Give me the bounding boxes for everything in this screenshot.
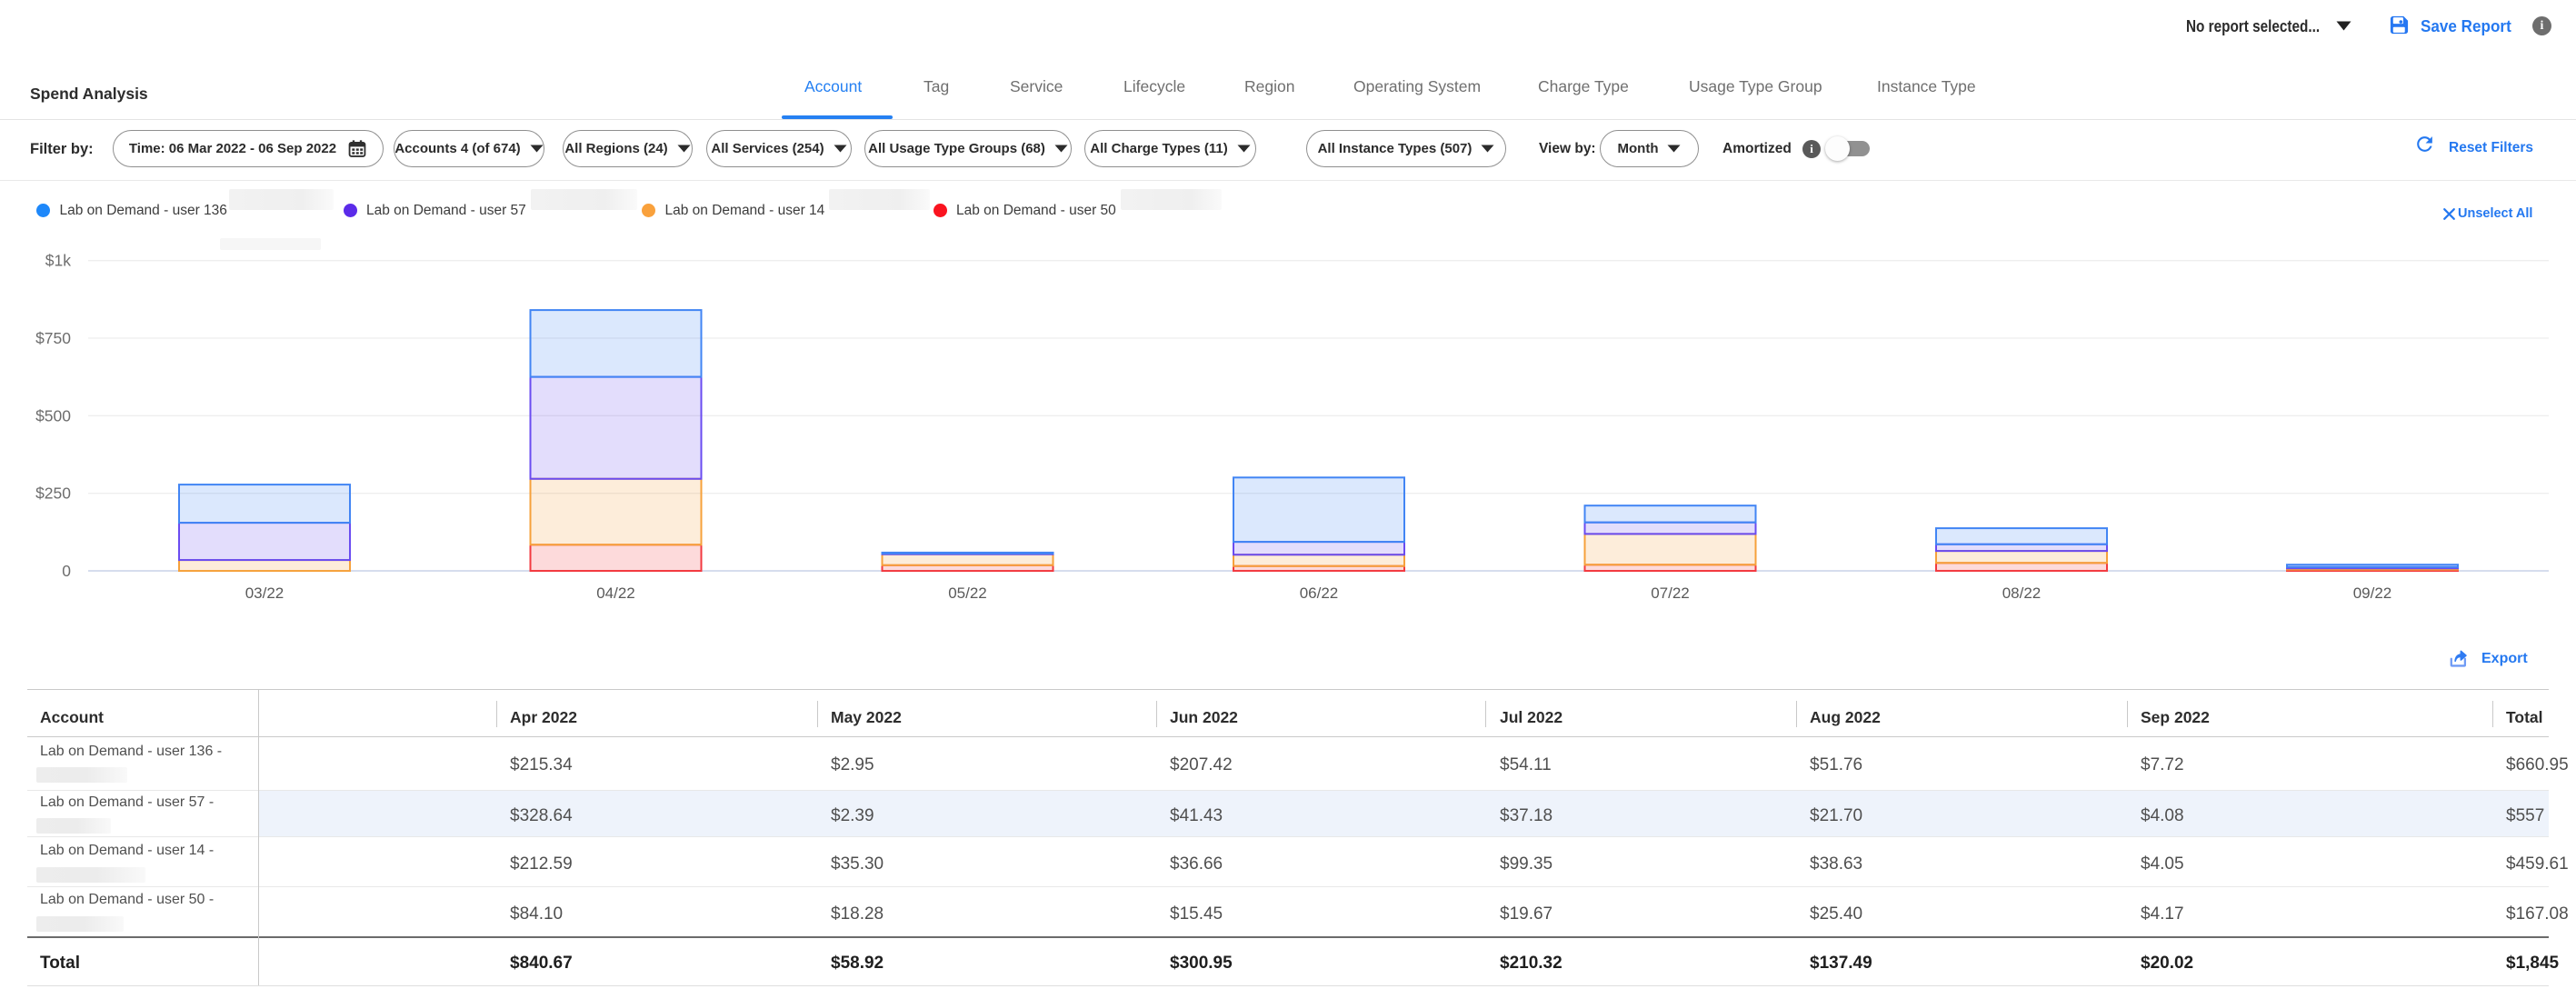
svg-text:$250: $250 bbox=[35, 485, 71, 503]
svg-text:06/22: 06/22 bbox=[1300, 584, 1339, 602]
svg-text:0: 0 bbox=[62, 562, 71, 580]
svg-text:$750: $750 bbox=[35, 329, 71, 347]
svg-text:09/22: 09/22 bbox=[2353, 584, 2392, 602]
svg-text:$1k: $1k bbox=[45, 252, 71, 270]
svg-text:$500: $500 bbox=[35, 406, 71, 425]
svg-text:04/22: 04/22 bbox=[596, 584, 635, 602]
svg-text:03/22: 03/22 bbox=[245, 584, 285, 602]
svg-text:08/22: 08/22 bbox=[2002, 584, 2042, 602]
svg-text:07/22: 07/22 bbox=[1651, 584, 1690, 602]
svg-text:05/22: 05/22 bbox=[948, 584, 987, 602]
